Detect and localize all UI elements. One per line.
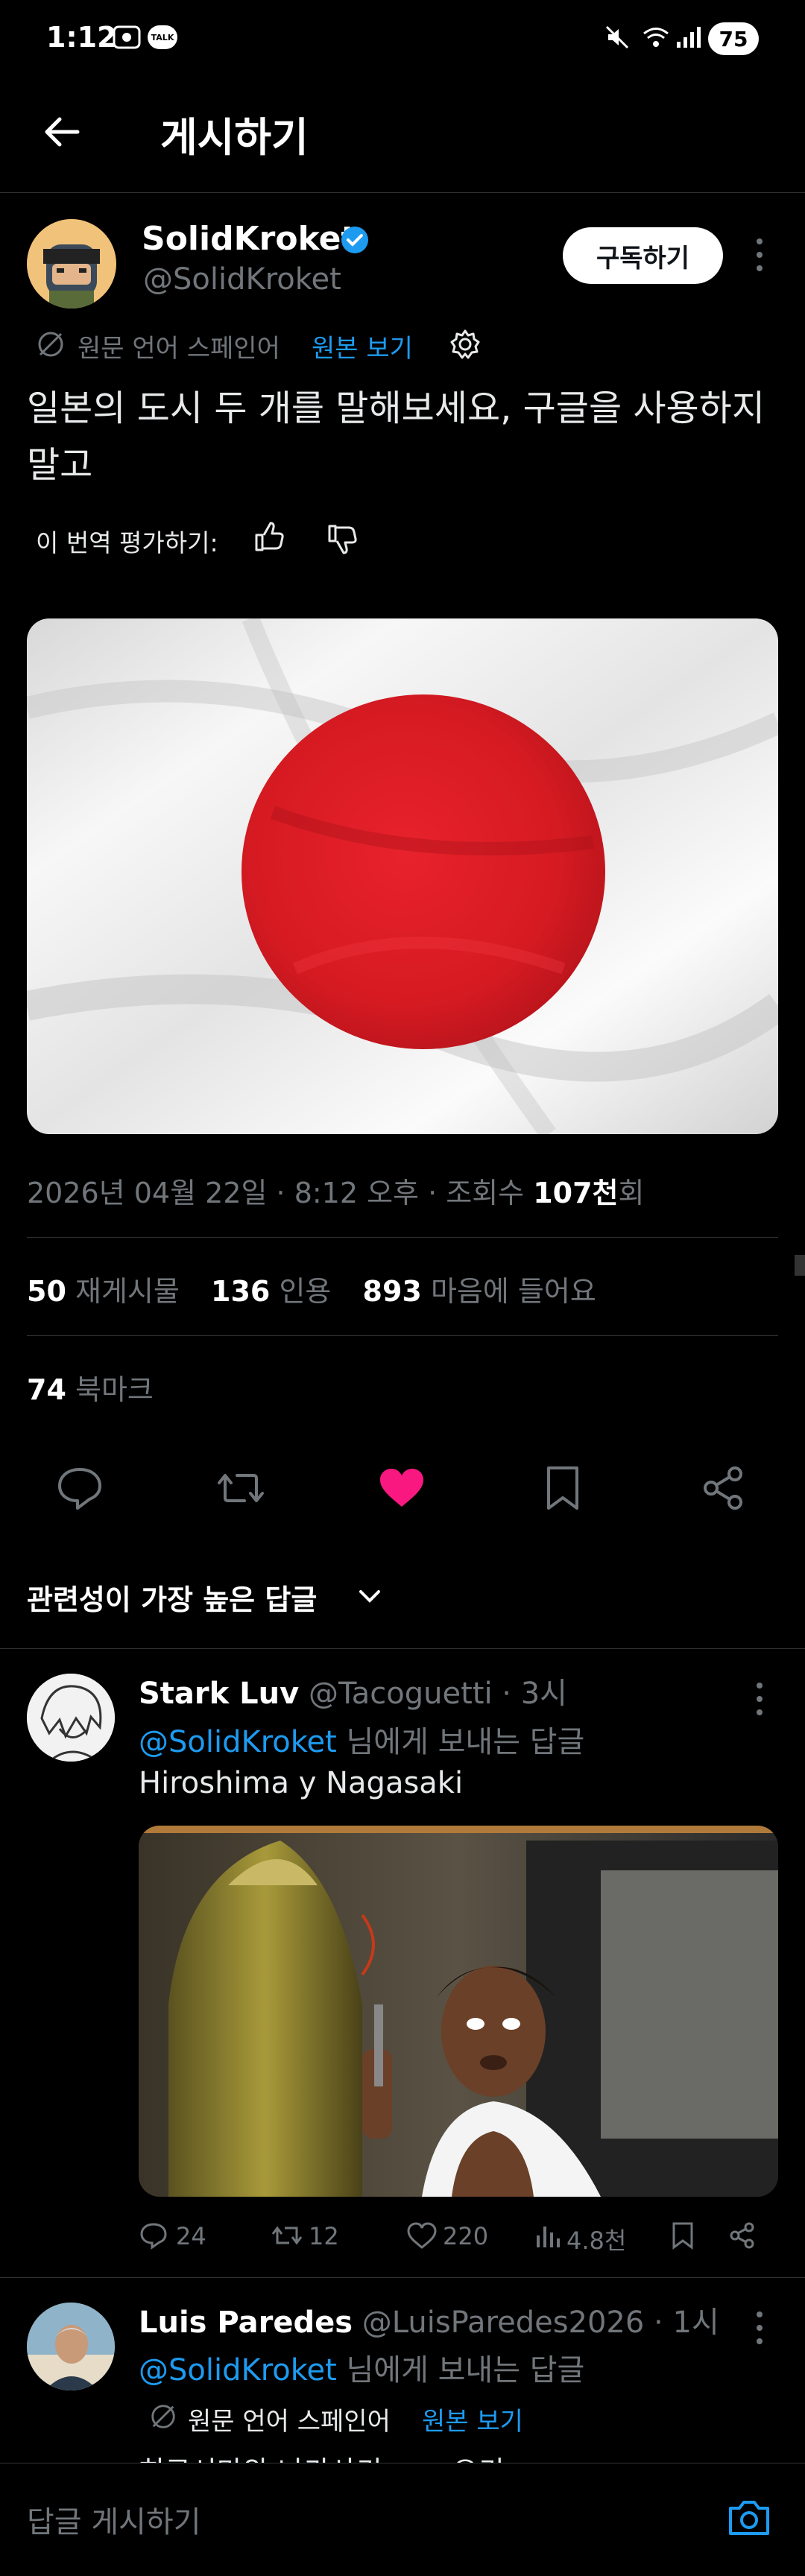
view-original-link[interactable]: 원본 보기 [312,328,413,364]
reply-author-handle[interactable]: @LuisParedes2026 [362,2306,645,2340]
reply-to-handle-link[interactable]: @SolidKroket [139,2353,337,2387]
reply-repost-icon[interactable] [270,2221,304,2250]
post-text: 일본의 도시 두 개를 말해보세요, 구글을 사용하지 말고 [27,387,765,486]
status-time: 1:12 [46,21,117,54]
talk-icon: TALK [148,25,177,49]
translated-from-label: 원문 언어 스페인어 [188,2407,391,2437]
japan-flag-image [27,618,778,1134]
chevron-down-icon[interactable] [356,1583,383,1610]
reply-time: · 3시 [492,1677,567,1711]
reply-composer-input[interactable]: 답글 게시하기 [27,2498,201,2541]
screenshot-icon [113,25,141,49]
reply-like-count: 220 [443,2222,489,2250]
translate-icon [38,332,63,357]
translation-settings-gear-icon[interactable] [449,328,482,361]
bookmarks-stat[interactable]: 74 북마크 [27,1367,154,1408]
reply-text: Hiroshima y Nagasaki [139,1766,464,1800]
post-timestamp-views: 2026년 04월 22일 · 8:12 오후 · 조회수 107천회 [27,1177,645,1209]
top-app-bar [0,82,805,193]
soldier-avatar-icon [27,219,116,308]
reply-views-count: 4.8천 [566,2227,627,2255]
translate-icon [151,2405,175,2428]
reply-composer-bar: 답글 게시하기 [0,2463,805,2576]
reply-author-name[interactable]: Luis Paredes [139,2306,353,2340]
reply-repost-count: 12 [309,2222,339,2250]
author-handle[interactable]: @SolidKroket [143,262,341,297]
divider [0,2277,805,2278]
status-bar: 1:12 TALK 75 [0,0,805,82]
reply-image[interactable] [139,1826,778,2197]
mute-icon [605,25,629,49]
scrollbar-handle[interactable] [795,1255,805,1276]
reply-header: Luis Paredes @LuisParedes2026 · 1시 [139,2298,719,2341]
heart-liked-icon[interactable] [376,1462,428,1514]
reply-like-icon[interactable] [405,2221,438,2250]
reply-to-handle-link[interactable]: @SolidKroket [139,1725,337,1759]
replies-sort-label[interactable]: 관련성이 가장 높은 답글 [27,1577,317,1618]
reply-author-handle[interactable]: @Tacoguetti [309,1677,493,1711]
wifi-icon [643,28,669,47]
reply-header: Stark Luv @Tacoguetti · 3시 [139,1669,567,1712]
reposts-count[interactable]: 50 [27,1275,66,1308]
likes-count[interactable]: 893 [363,1275,422,1308]
quotes-count[interactable]: 136 [211,1275,270,1308]
divider [27,1237,778,1238]
battery-indicator: 75 [708,22,759,55]
reply-comment-count: 24 [176,2222,206,2250]
more-options-icon[interactable] [754,2306,765,2350]
translated-from-label: 원문 언어 스페인어 [78,334,280,364]
reply-avatar[interactable] [27,1674,115,1762]
subscribe-button[interactable]: 구독하기 [563,227,723,284]
post-stats: 50 재게시물 136 인용 893 마음에 들어요 [27,1275,596,1308]
share-icon[interactable] [698,1462,750,1514]
anime-avatar-icon [27,1674,115,1762]
person-avatar-icon [27,2303,115,2390]
page-title: 게시하기 [160,114,309,161]
reply-views-icon[interactable] [534,2222,561,2249]
more-options-icon[interactable] [754,1677,765,1721]
divider [27,1335,778,1336]
post-image[interactable] [27,618,778,1134]
back-arrow-icon[interactable] [42,112,82,152]
more-options-icon[interactable] [754,232,765,277]
reply-author-name[interactable]: Stark Luv [139,1677,299,1711]
views-count: 107천 [533,1177,619,1209]
author-avatar[interactable] [27,219,116,308]
verified-badge-icon [341,227,368,253]
author-name[interactable]: SolidKroket [142,220,357,258]
reply-time: · 1시 [644,2306,719,2340]
thumbs-down-icon[interactable] [325,522,359,556]
repost-icon[interactable] [215,1462,267,1514]
divider [0,1648,805,1649]
signal-icon [677,27,701,48]
rate-translation-label: 이 번역 평가하기: [36,528,218,557]
bookmark-icon[interactable] [537,1462,589,1514]
reply-to-line: @SolidKroket 님에게 보내는 답글 [139,2353,585,2387]
reply-comment-icon[interactable] [139,2221,168,2250]
reply-avatar[interactable] [27,2303,115,2390]
reply-icon[interactable] [54,1462,106,1514]
reply-bookmark-icon[interactable] [669,2221,696,2250]
thumbs-up-icon[interactable] [252,520,286,554]
reply-image-meme [139,1826,778,2197]
camera-icon[interactable] [726,2495,772,2541]
reply-share-icon[interactable] [727,2221,757,2250]
view-original-link[interactable]: 원본 보기 [422,2401,523,2437]
reply-to-line: @SolidKroket 님에게 보내는 답글 [139,1725,585,1759]
